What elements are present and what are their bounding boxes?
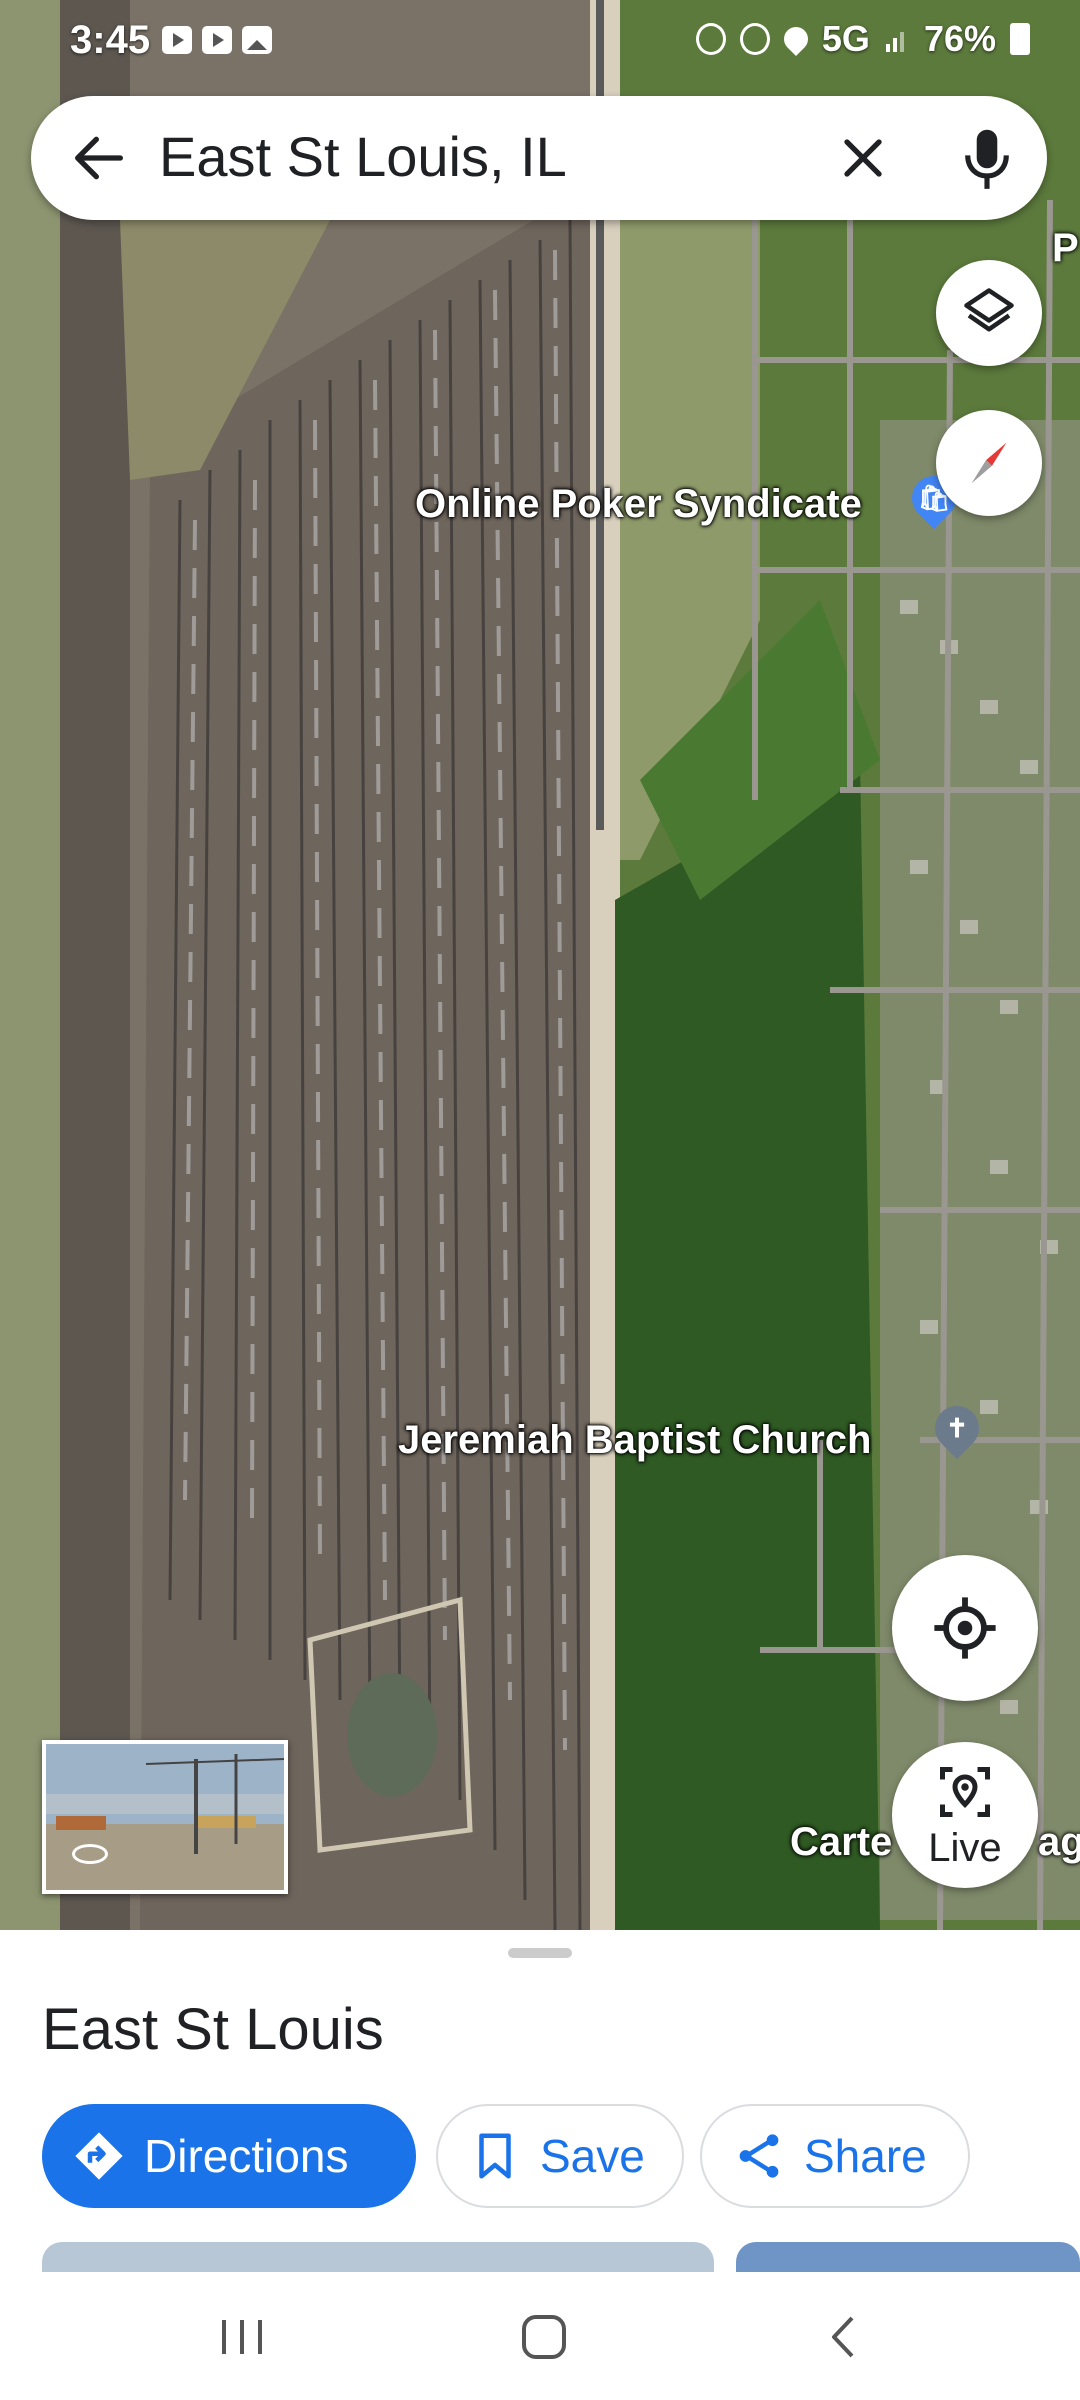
compass-icon (971, 442, 1007, 484)
map-label-partial-carter: Carte (790, 1820, 893, 1864)
share-label: Share (804, 2130, 927, 2182)
status-right: 5G 76% (695, 18, 1030, 60)
poi-label-jeremiah-baptist-church[interactable]: Jeremiah Baptist Church (398, 1418, 871, 1463)
share-button[interactable]: Share (700, 2104, 970, 2208)
signal-icon (885, 32, 904, 52)
directions-label: Directions (144, 2130, 349, 2182)
back-arrow-icon[interactable] (67, 126, 131, 190)
battery-percent: 76% (923, 18, 996, 59)
share-icon (739, 2134, 779, 2178)
network-type: 5G (821, 18, 870, 59)
map-view[interactable]: Online Poker Syndicate 🛍 Jeremiah Baptis… (0, 0, 1080, 1930)
street-view-thumbnail[interactable] (42, 1740, 288, 1894)
back-icon[interactable] (814, 2312, 874, 2362)
my-location-button[interactable] (892, 1555, 1038, 1701)
place-bottom-sheet[interactable]: East St Louis Directions Save Share (0, 1930, 1080, 2282)
360-rotate-icon (72, 1844, 108, 1864)
location-icon (778, 22, 813, 56)
map-label-partial-top: P (1052, 226, 1079, 270)
compass-button[interactable] (936, 410, 1042, 516)
sheet-drag-handle[interactable] (508, 1948, 572, 1958)
youtube-icon (162, 26, 192, 54)
status-bar: 3:45 5G 76% (0, 0, 1080, 90)
layers-icon (964, 288, 1014, 332)
youtube-icon (202, 26, 232, 54)
search-bar[interactable]: East St Louis, IL (31, 96, 1047, 220)
save-label: Save (540, 2130, 645, 2182)
home-icon[interactable] (514, 2312, 574, 2362)
street-view-preview (46, 1744, 284, 1890)
notification-icons (162, 26, 272, 54)
status-time: 3:45 (70, 18, 151, 62)
poi-label-online-poker-syndicate[interactable]: Online Poker Syndicate (415, 482, 862, 527)
system-navigation-bar (0, 2272, 1080, 2400)
live-view-button[interactable]: Live (892, 1742, 1038, 1888)
alarm-icon (739, 23, 770, 55)
map-label-partial-right: ag (1038, 1820, 1080, 1864)
directions-icon (75, 2132, 123, 2180)
save-button[interactable]: Save (436, 2104, 684, 2208)
church-pin-icon[interactable]: ✝ (925, 1396, 989, 1460)
gallery-icon (242, 26, 272, 54)
microphone-icon[interactable] (955, 122, 1019, 194)
layers-button[interactable] (936, 260, 1042, 366)
live-view-label: Live (928, 1826, 1002, 1870)
android-system-icon (695, 23, 726, 55)
live-view-pin-icon (940, 1767, 990, 1817)
place-title: East St Louis (42, 1997, 384, 2062)
directions-button[interactable]: Directions (42, 2104, 416, 2208)
search-query-text[interactable]: East St Louis, IL (159, 124, 567, 189)
bookmark-icon (479, 2133, 511, 2179)
battery-icon (1010, 23, 1030, 55)
close-icon[interactable] (831, 126, 895, 190)
recent-apps-icon[interactable] (212, 2312, 272, 2362)
my-location-icon (934, 1597, 996, 1659)
